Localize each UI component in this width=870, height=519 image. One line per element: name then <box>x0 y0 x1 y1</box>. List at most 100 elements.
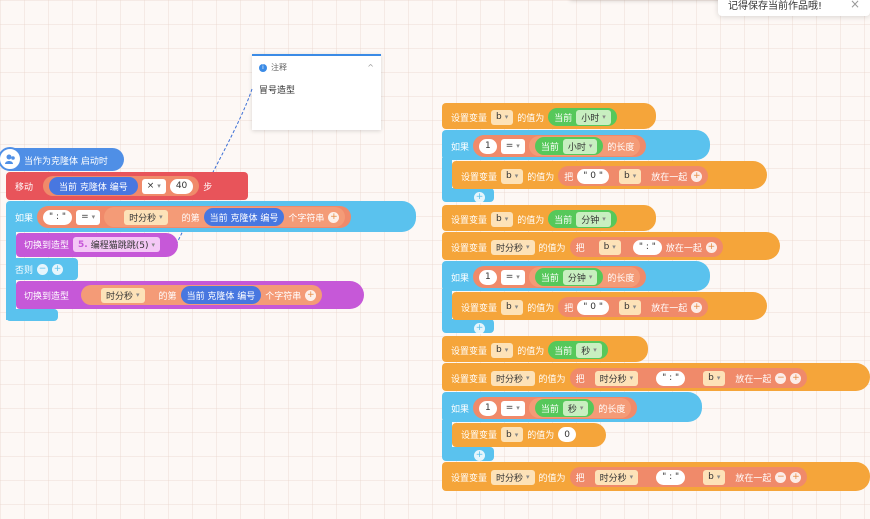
unit-dropdown[interactable]: 小时 ▾ <box>562 138 598 154</box>
var-dropdown[interactable]: 时分秒 ▾ <box>491 370 535 386</box>
length-pill[interactable]: 当前 小时 ▾ 的长度 <box>528 136 641 156</box>
current-time-pill[interactable]: 当前 小时 ▾ <box>548 108 617 126</box>
var-dropdown[interactable]: b ▾ <box>491 342 514 358</box>
join-pill[interactable]: 把 " 0 " b ▾ 放在一起 + <box>558 297 709 317</box>
chevron-down-icon: ▾ <box>516 273 520 281</box>
current-time-pill[interactable]: 当前 分钟 ▾ <box>548 210 617 228</box>
char-of-pill[interactable]: 时分秒 ▾ 的第 当前 克隆体 编号 个字符串 + <box>104 207 346 227</box>
plus-icon[interactable]: + <box>305 289 317 301</box>
set-label: 设置变量 <box>451 346 488 357</box>
current-time-pill[interactable]: 当前 分钟 ▾ <box>534 268 604 286</box>
current-time-pill[interactable]: 当前秒 ▾ <box>534 399 595 417</box>
plus-icon[interactable]: + <box>474 450 485 461</box>
clone-id-pill[interactable]: 当前 克隆体 编号 <box>180 286 262 304</box>
var-dropdown[interactable]: b ▾ <box>598 239 621 255</box>
num-input[interactable]: 1 <box>479 269 497 285</box>
num-input[interactable]: 1 <box>479 400 497 416</box>
plus-icon[interactable]: + <box>691 170 703 182</box>
var-dropdown[interactable]: 时分秒 ▾ <box>124 209 168 225</box>
plus-icon[interactable]: + <box>691 301 703 313</box>
join-pill[interactable]: 把 b ▾ " : " 放在一起 + <box>569 237 723 257</box>
plus-icon[interactable]: + <box>52 264 64 275</box>
op-dropdown[interactable]: × ▾ <box>141 178 166 194</box>
comment-note[interactable]: i 注释 ^ 冒号造型 <box>252 54 381 130</box>
minus-icon[interactable]: − <box>37 264 49 275</box>
current-time-pill[interactable]: 当前 小时 ▾ <box>534 137 604 155</box>
minus-icon[interactable]: − <box>775 471 787 483</box>
var-dropdown[interactable]: b ▾ <box>501 168 524 184</box>
join-pill[interactable]: 把 时分秒 ▾ " : " b ▾ 放在一起 − + <box>569 467 808 487</box>
clone-id-pill[interactable]: 当前 克隆体 编号 <box>203 208 285 226</box>
plus-icon[interactable]: + <box>790 471 802 483</box>
unit-dropdown[interactable]: 小时 ▾ <box>576 109 611 125</box>
unit-dropdown[interactable]: 分钟 ▾ <box>562 269 598 285</box>
equals-pill[interactable]: 1 = ▾ 当前秒 ▾ 的长度 <box>473 397 638 419</box>
var-dropdown[interactable]: b ▾ <box>491 109 514 125</box>
chevron-down-icon: ▾ <box>159 213 163 221</box>
unit-value: 秒 <box>567 404 577 415</box>
string-input[interactable]: " : " <box>632 239 662 255</box>
collapse-icon[interactable]: ^ <box>367 63 374 72</box>
var-dropdown[interactable]: b ▾ <box>703 370 726 386</box>
string-input[interactable]: " : " <box>656 370 686 386</box>
num-input[interactable]: 0 <box>558 427 576 442</box>
current-time-pill[interactable]: 当前秒 ▾ <box>548 341 608 359</box>
minus-icon[interactable]: − <box>775 372 787 384</box>
value-of-label: 的值为 <box>517 113 545 124</box>
chevron-down-icon: ▾ <box>629 374 634 382</box>
num-input[interactable]: 40 <box>169 178 194 194</box>
equals-pill[interactable]: 1 = ▾ 当前 小时 ▾ 的长度 <box>473 135 647 157</box>
var-dropdown[interactable]: b ▾ <box>703 469 726 485</box>
hat-block[interactable]: 当作为克隆体 启动时 <box>0 147 124 171</box>
plus-icon[interactable]: + <box>474 192 485 203</box>
eq-dropdown[interactable]: = ▾ <box>500 400 525 416</box>
char-of-pill[interactable]: 时分秒 ▾ 的第 当前 克隆体 编号 个字符串 + <box>81 285 323 305</box>
var-value: b <box>603 242 610 252</box>
join-pill[interactable]: 把 时分秒 ▾ " : " b ▾ 放在一起 − + <box>569 368 808 388</box>
length-pill[interactable]: 当前 分钟 ▾ 的长度 <box>528 267 641 287</box>
eq-dropdown[interactable]: = ▾ <box>500 138 525 154</box>
multiply-pill[interactable]: 当前 克隆体 编号 × ▾ 40 <box>43 176 200 196</box>
chevron-down-icon: ▾ <box>516 142 520 150</box>
var-dropdown[interactable]: b ▾ <box>501 299 524 315</box>
note-body[interactable]: 冒号造型 <box>252 73 381 106</box>
close-icon[interactable]: × <box>850 0 860 11</box>
equals-pill[interactable]: " : " = ▾ 时分秒 ▾ 的第 当前 克隆体 编号 个字符串 + <box>37 206 352 228</box>
var-dropdown[interactable]: 时分秒 ▾ <box>594 469 639 485</box>
plus-icon[interactable]: + <box>328 211 340 223</box>
var-dropdown[interactable]: b ▾ <box>491 211 514 227</box>
join-end-label: 放在一起 <box>735 473 772 484</box>
chevron-down-icon: ▾ <box>629 473 634 481</box>
num-input[interactable]: 1 <box>479 138 497 154</box>
length-pill[interactable]: 当前秒 ▾ 的长度 <box>528 398 632 418</box>
string-input[interactable]: " : " <box>43 209 73 225</box>
of-label: 的第 <box>181 213 200 224</box>
unit-dropdown[interactable]: 秒 ▾ <box>576 342 602 358</box>
eq-dropdown[interactable]: = ▾ <box>500 269 525 285</box>
var-dropdown[interactable]: 时分秒 ▾ <box>491 239 535 255</box>
costume-dropdown[interactable]: 5. 编程猫跳跳(5) ▾ <box>73 237 160 252</box>
eq-value: = <box>505 403 514 413</box>
var-dropdown[interactable]: b ▾ <box>619 168 642 184</box>
string-input[interactable]: " : " <box>656 469 686 485</box>
var-dropdown[interactable]: b ▾ <box>619 299 642 315</box>
string-input[interactable]: " 0 " <box>577 299 610 315</box>
join-pill[interactable]: 把 " 0 " b ▾ 放在一起 + <box>558 166 709 186</box>
equals-pill[interactable]: 1 = ▾ 当前 分钟 ▾ 的长度 <box>473 266 647 288</box>
plus-icon[interactable]: + <box>705 241 717 253</box>
var-dropdown[interactable]: 时分秒 ▾ <box>594 370 639 386</box>
join-label: 把 <box>575 243 585 254</box>
var-dropdown[interactable]: 时分秒 ▾ <box>491 469 535 485</box>
var-dropdown[interactable]: 时分秒 ▾ <box>101 287 145 303</box>
eq-dropdown[interactable]: = ▾ <box>76 209 101 225</box>
move-unit: 步 <box>203 182 213 193</box>
unit-dropdown[interactable]: 秒 ▾ <box>562 400 589 416</box>
var-dropdown[interactable]: b ▾ <box>501 427 524 442</box>
unit-dropdown[interactable]: 分钟 ▾ <box>576 211 611 227</box>
plus-icon[interactable]: + <box>474 323 485 334</box>
string-input[interactable]: " 0 " <box>577 168 610 184</box>
plus-icon[interactable]: + <box>790 372 802 384</box>
join-end-label: 放在一起 <box>665 243 702 254</box>
current-label: 当前 <box>540 142 559 153</box>
clone-id-pill[interactable]: 当前 克隆体 编号 <box>49 177 138 195</box>
